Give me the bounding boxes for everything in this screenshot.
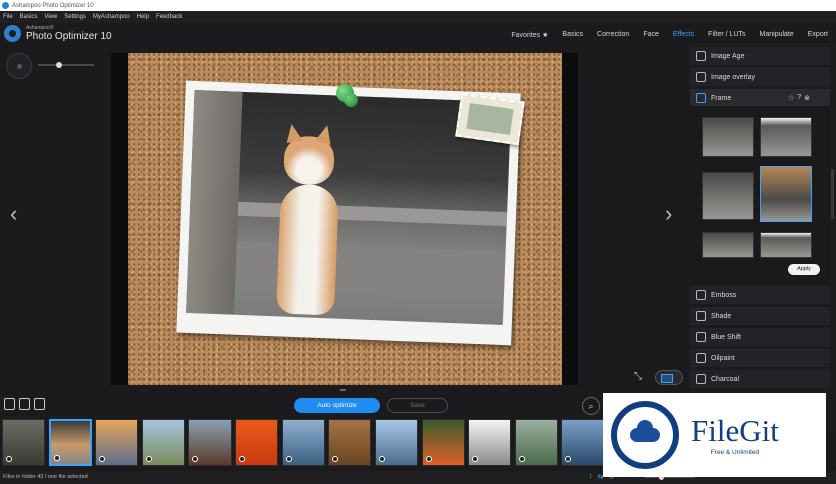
emboss-icon <box>696 290 706 300</box>
effect-blue-shift[interactable]: Blue Shift <box>690 328 830 347</box>
film-thumb-selected[interactable] <box>48 419 92 466</box>
effect-emboss[interactable]: Emboss <box>690 286 830 305</box>
sort-icon[interactable]: ↕ <box>589 473 593 481</box>
logo-icon <box>4 25 21 42</box>
film-thumb[interactable] <box>468 419 512 466</box>
thumbnail-size-slider[interactable] <box>645 475 695 480</box>
effect-image-age[interactable]: Image Age <box>690 47 830 66</box>
tab-export[interactable]: Export <box>808 31 828 39</box>
frame-scrollbar[interactable] <box>831 169 834 219</box>
film-thumb[interactable] <box>421 419 465 466</box>
menu-help[interactable]: Help <box>137 14 149 20</box>
watermark-title: FileGit <box>691 412 779 448</box>
filegit-watermark: FileGit Free & Unlimited <box>603 393 826 477</box>
frame-thumb[interactable] <box>760 232 812 258</box>
frame-thumb[interactable] <box>702 232 754 258</box>
status-text: Files in folder 43 / one file selected <box>3 474 88 480</box>
film-thumb[interactable] <box>2 419 46 466</box>
navigator-wheel[interactable] <box>6 53 32 79</box>
next-image-arrow[interactable]: › <box>665 203 672 225</box>
tab-correction[interactable]: Correction <box>597 31 629 39</box>
magic-wand-icon[interactable]: ⌕ <box>582 397 600 415</box>
menu-basics[interactable]: Basics <box>20 14 38 20</box>
tab-filter-luts[interactable]: Filter / LUTs <box>708 31 745 39</box>
watermark-subtitle: Free & Unlimited <box>710 448 760 456</box>
logo-product: Photo Optimizer 10 <box>26 30 112 42</box>
window-title-bar: Ashampoo Photo Optimizer 10 <box>0 0 836 11</box>
reset-icon[interactable]: ⊗ <box>804 94 810 102</box>
main-nav: Favorites ★ Basics Correction Face Effec… <box>497 31 828 39</box>
cloud-icon <box>630 420 660 442</box>
film-thumb[interactable] <box>514 419 558 466</box>
tab-basics[interactable]: Basics <box>562 31 583 39</box>
menu-bar: File Basics View Settings MyAshampoo Hel… <box>0 11 836 23</box>
film-thumb[interactable] <box>141 419 185 466</box>
app-logo: Ashampoo® Photo Optimizer 10 <box>4 25 112 42</box>
collapse-icon[interactable]: ⤡ <box>634 371 642 382</box>
film-thumb[interactable] <box>235 419 279 466</box>
favorite-star-icon[interactable]: ☆ <box>788 94 794 102</box>
brush-tool-icon[interactable] <box>34 398 45 410</box>
file-tools <box>4 398 49 410</box>
effect-oilpaint[interactable]: Oilpaint <box>690 349 830 368</box>
filegit-logo <box>611 401 679 469</box>
cat-figure <box>266 122 343 316</box>
brush-icon <box>696 353 706 363</box>
help-icon[interactable]: ? <box>797 94 801 102</box>
frame-thumb[interactable] <box>702 117 754 157</box>
tab-effects[interactable]: Effects <box>673 31 694 39</box>
app-icon <box>2 2 9 9</box>
save-button[interactable]: Save <box>387 398 448 413</box>
effects-panel: Image Age Image overlay Frame ☆ ? ⊗ Appl… <box>690 43 836 434</box>
hourglass-icon <box>696 51 706 61</box>
previous-image-arrow[interactable]: ‹ <box>10 203 17 225</box>
film-thumb[interactable] <box>95 419 139 466</box>
menu-view[interactable]: View <box>44 14 57 20</box>
film-thumb[interactable] <box>281 419 325 466</box>
film-thumb[interactable] <box>561 419 605 466</box>
tab-favorites[interactable]: Favorites ★ <box>511 31 548 39</box>
zoom-slider[interactable] <box>38 62 94 68</box>
film-thumb[interactable] <box>328 419 372 466</box>
add-file-icon[interactable] <box>4 398 15 410</box>
frame-thumb[interactable] <box>760 117 812 157</box>
overlay-icon <box>696 72 706 82</box>
menu-myashampoo[interactable]: MyAshampoo <box>93 14 130 20</box>
frame-thumb-selected[interactable] <box>760 166 812 222</box>
compare-view-button[interactable] <box>655 370 683 385</box>
film-thumb[interactable] <box>188 419 232 466</box>
effect-charcoal[interactable]: Charcoal <box>690 370 830 389</box>
pencil-icon <box>696 374 706 384</box>
menu-file[interactable]: File <box>3 14 13 20</box>
frame-icon <box>696 93 706 103</box>
menu-feedback[interactable]: Feedback <box>156 14 182 20</box>
apply-button[interactable]: Apply <box>788 264 820 275</box>
window-title: Ashampoo Photo Optimizer 10 <box>12 2 94 9</box>
tab-face[interactable]: Face <box>643 31 659 39</box>
filmstrip <box>2 419 608 466</box>
effect-image-overlay[interactable]: Image overlay <box>690 68 830 87</box>
push-pin-shadow <box>344 93 358 107</box>
zoom-slider-thumb[interactable] <box>56 62 62 68</box>
blue-shift-icon <box>696 332 706 342</box>
frame-thumb[interactable] <box>702 172 754 220</box>
auto-optimize-button[interactable]: Auto optimize <box>294 398 380 413</box>
postage-stamp <box>455 92 525 146</box>
film-thumb[interactable] <box>374 419 419 466</box>
tab-manipulate[interactable]: Manipulate <box>760 31 794 39</box>
shade-icon <box>696 311 706 321</box>
effect-shade[interactable]: Shade <box>690 307 830 326</box>
menu-settings[interactable]: Settings <box>64 14 86 20</box>
add-folder-icon[interactable] <box>19 398 30 410</box>
panel-resize-handle[interactable] <box>340 389 346 391</box>
